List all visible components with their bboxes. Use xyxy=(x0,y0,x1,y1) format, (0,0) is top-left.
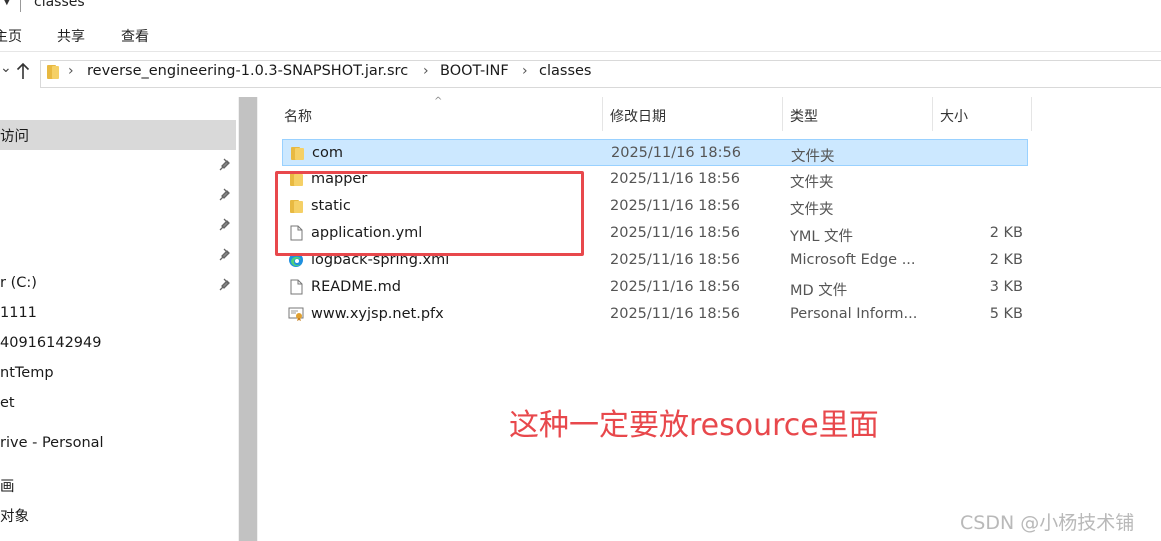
tab-view[interactable]: 查看 xyxy=(121,26,149,46)
column-header-name[interactable]: 名称 xyxy=(284,106,312,126)
folder-icon xyxy=(291,147,304,160)
pin-icon[interactable] xyxy=(219,157,233,171)
sidebar-item-3d-objects[interactable]: 对象 xyxy=(0,505,29,526)
annotation-highlight-box xyxy=(275,171,584,256)
file-name: com xyxy=(312,145,343,161)
file-date: 2025/11/16 18:56 xyxy=(611,145,741,161)
file-row-pfx[interactable]: www.xyjsp.net.pfx 2025/11/16 18:56 Perso… xyxy=(282,301,1028,328)
file-name: www.xyjsp.net.pfx xyxy=(311,306,444,322)
breadcrumb-classes[interactable]: classes xyxy=(539,63,591,79)
title-divider xyxy=(20,0,21,12)
chevron-right-icon[interactable]: › xyxy=(68,63,74,79)
file-type: Personal Inform... xyxy=(790,306,918,322)
tab-share[interactable]: 共享 xyxy=(57,26,85,46)
file-type: MD 文件 xyxy=(790,283,848,299)
file-type: YML 文件 xyxy=(790,229,854,245)
quick-access-dropdown-icon[interactable]: ▼ xyxy=(3,0,11,7)
file-date: 2025/11/16 18:56 xyxy=(610,225,740,241)
sort-ascending-icon: ^ xyxy=(434,96,443,107)
column-header-type[interactable]: 类型 xyxy=(790,106,818,126)
breadcrumb-jar-src[interactable]: reverse_engineering-1.0.3-SNAPSHOT.jar.s… xyxy=(87,63,408,79)
file-row-readme-md[interactable]: README.md 2025/11/16 18:56 MD 文件 3 KB xyxy=(282,274,1028,301)
file-size: 5 KB xyxy=(989,306,1023,322)
sidebar-item-quick-access[interactable]: 访问 xyxy=(0,125,29,146)
column-divider[interactable] xyxy=(932,97,933,131)
chevron-right-icon[interactable]: › xyxy=(423,63,429,79)
pin-icon[interactable] xyxy=(219,277,233,291)
file-name: README.md xyxy=(311,279,401,295)
sidebar-item-drive-c[interactable]: r (C:) xyxy=(0,275,37,291)
file-size: 3 KB xyxy=(989,279,1023,295)
file-size: 2 KB xyxy=(989,252,1023,268)
annotation-text: 这种一定要放resource里面 xyxy=(509,408,879,443)
file-date: 2025/11/16 18:56 xyxy=(610,279,740,295)
pin-icon[interactable] xyxy=(219,217,233,231)
file-date: 2025/11/16 18:56 xyxy=(610,306,740,322)
file-type: 文件夹 xyxy=(790,175,834,191)
ribbon-divider xyxy=(0,51,1161,52)
column-divider[interactable] xyxy=(1031,97,1032,131)
file-type: 文件夹 xyxy=(791,149,835,165)
window-title: classes xyxy=(34,0,85,10)
pin-icon[interactable] xyxy=(219,187,233,201)
column-divider[interactable] xyxy=(782,97,783,131)
file-icon xyxy=(290,279,303,295)
sidebar-item-temp[interactable]: ntTemp xyxy=(0,365,54,381)
sidebar-selection xyxy=(0,120,236,150)
file-type: Microsoft Edge ... xyxy=(790,252,916,268)
pin-icon[interactable] xyxy=(219,247,233,261)
file-size: 2 KB xyxy=(989,225,1023,241)
title-bar xyxy=(0,0,1161,14)
watermark: CSDN @小杨技术铺 xyxy=(960,512,1135,534)
sidebar-item-onedrive[interactable]: rive - Personal xyxy=(0,435,104,451)
sidebar-item-folder-1111[interactable]: 1111 xyxy=(0,305,37,321)
up-arrow-icon[interactable] xyxy=(16,62,30,80)
recent-locations-icon[interactable]: ⌄ xyxy=(0,60,12,76)
column-divider[interactable] xyxy=(602,97,603,131)
sidebar-item-folder-number[interactable]: 40916142949 xyxy=(0,335,101,351)
column-header-date[interactable]: 修改日期 xyxy=(610,106,666,126)
sidebar-scrollbar-thumb[interactable] xyxy=(239,97,257,541)
sidebar-item-pictures[interactable]: 画 xyxy=(0,475,15,496)
file-row-com[interactable]: com 2025/11/16 18:56 文件夹 xyxy=(282,139,1028,166)
file-date: 2025/11/16 18:56 xyxy=(610,252,740,268)
column-header-size[interactable]: 大小 xyxy=(940,106,968,126)
breadcrumb-boot-inf[interactable]: BOOT-INF xyxy=(440,63,509,79)
file-date: 2025/11/16 18:56 xyxy=(610,198,740,214)
file-type: 文件夹 xyxy=(790,202,834,218)
sidebar-item-net[interactable]: et xyxy=(0,395,15,411)
tab-home[interactable]: 主页 xyxy=(0,26,22,46)
file-date: 2025/11/16 18:56 xyxy=(610,171,740,187)
certificate-icon xyxy=(288,307,304,321)
chevron-right-icon[interactable]: › xyxy=(522,63,528,79)
folder-icon xyxy=(47,65,59,79)
